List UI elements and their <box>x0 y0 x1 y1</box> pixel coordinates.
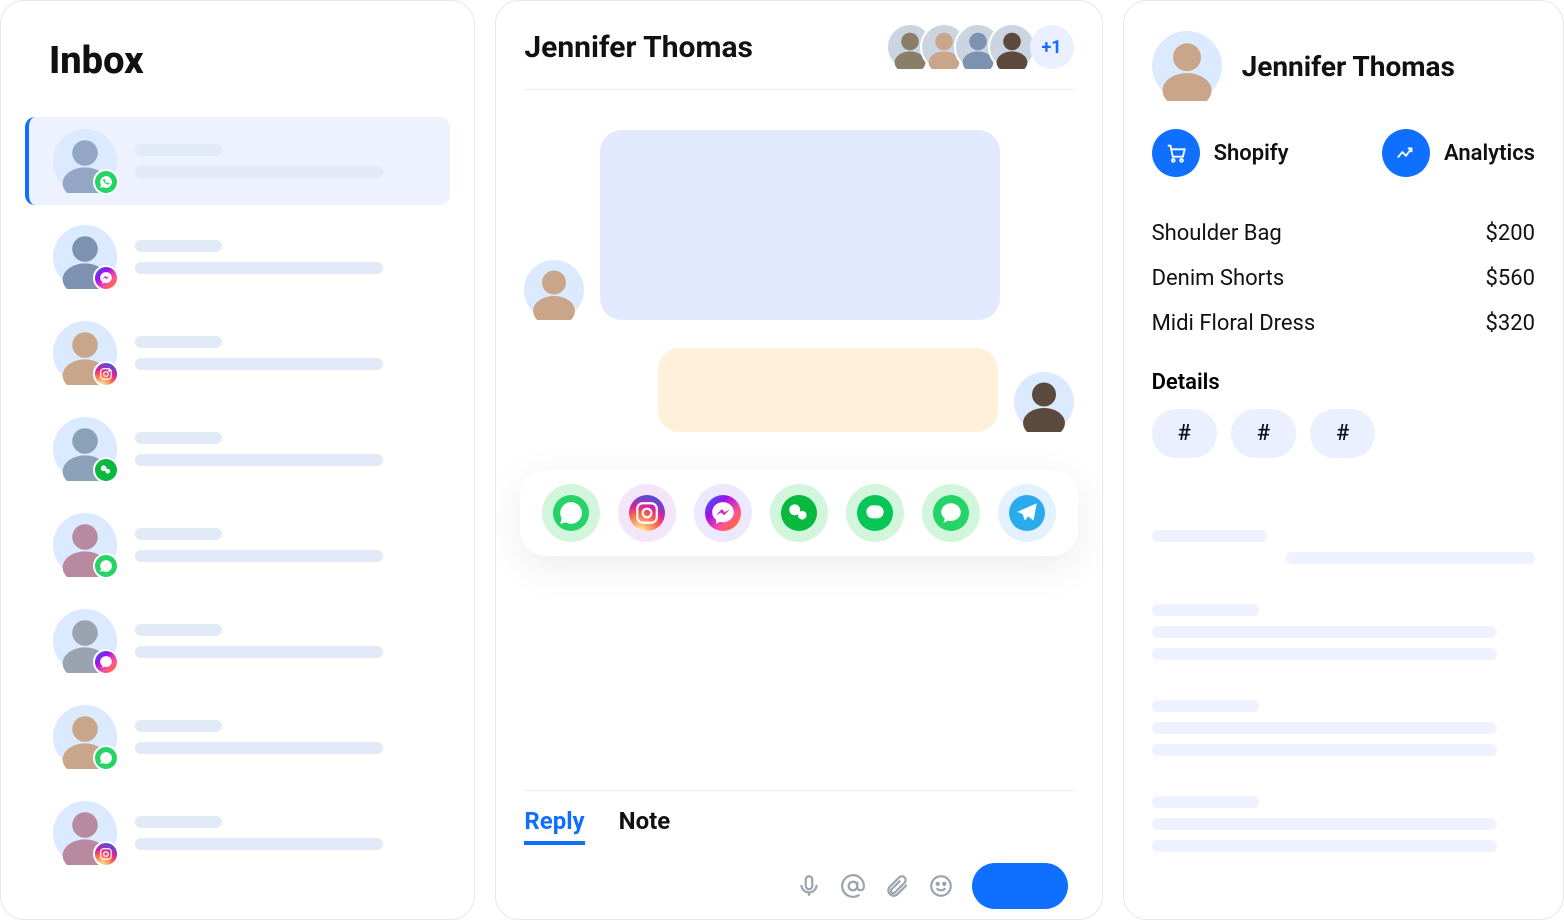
inbox-item[interactable] <box>25 501 450 589</box>
analytics-button[interactable]: Analytics <box>1382 129 1535 177</box>
avatar <box>53 417 117 481</box>
channel-telegram[interactable] <box>998 484 1056 542</box>
avatar <box>53 609 117 673</box>
tab-note[interactable]: Note <box>619 807 671 845</box>
inbox-item-preview <box>135 240 426 274</box>
attachment-icon[interactable] <box>884 873 910 899</box>
tab-reply[interactable]: Reply <box>524 807 584 845</box>
message-bubble <box>658 348 998 432</box>
avatar <box>53 705 117 769</box>
participants-more[interactable]: +1 <box>1030 25 1074 69</box>
details-placeholder <box>1152 530 1535 878</box>
whatsapp-icon <box>93 745 119 771</box>
mic-icon[interactable] <box>796 873 822 899</box>
inbox-item[interactable] <box>25 309 450 397</box>
channel-wechat[interactable] <box>770 484 828 542</box>
compose-area: Reply Note <box>524 790 1073 909</box>
instagram-icon <box>93 361 119 387</box>
chat-title: Jennifer Thomas <box>524 30 753 65</box>
shopify-button[interactable]: Shopify <box>1152 129 1289 177</box>
message-avatar <box>524 260 584 320</box>
product-name: Shoulder Bag <box>1152 221 1282 246</box>
inbox-item-preview <box>135 624 426 658</box>
message-avatar <box>1014 372 1074 432</box>
inbox-item-preview <box>135 432 426 466</box>
product-row: Denim Shorts $560 <box>1152 256 1535 301</box>
channel-picker <box>520 470 1078 556</box>
participant-avatar <box>988 23 1036 71</box>
channel-messenger[interactable] <box>694 484 752 542</box>
channel-line[interactable] <box>846 484 904 542</box>
participant-stack[interactable]: +1 <box>900 23 1074 71</box>
channel-sms[interactable] <box>922 484 980 542</box>
product-price: $560 <box>1486 266 1535 291</box>
channel-whatsapp[interactable] <box>542 484 600 542</box>
avatar <box>53 225 117 289</box>
shopify-label: Shopify <box>1214 141 1289 166</box>
tag-list: # # # <box>1152 409 1535 458</box>
messenger-icon <box>93 649 119 675</box>
messenger-icon <box>93 265 119 291</box>
tag[interactable]: # <box>1231 409 1296 458</box>
product-price: $200 <box>1486 221 1535 246</box>
product-name: Denim Shorts <box>1152 266 1285 291</box>
analytics-icon <box>1382 129 1430 177</box>
customer-name: Jennifer Thomas <box>1242 50 1455 83</box>
analytics-label: Analytics <box>1444 141 1535 166</box>
inbox-item-preview <box>135 816 426 850</box>
product-price: $320 <box>1486 311 1535 336</box>
inbox-item[interactable] <box>25 789 450 877</box>
product-name: Midi Floral Dress <box>1152 311 1316 336</box>
inbox-item-preview <box>135 336 426 370</box>
message-incoming <box>524 130 1073 320</box>
inbox-item[interactable] <box>25 405 450 493</box>
inbox-item[interactable] <box>25 693 450 781</box>
tag[interactable]: # <box>1152 409 1217 458</box>
avatar <box>53 513 117 577</box>
whatsapp-icon <box>93 553 119 579</box>
product-list: Shoulder Bag $200 Denim Shorts $560 Midi… <box>1152 211 1535 346</box>
cart-icon <box>1152 129 1200 177</box>
product-row: Shoulder Bag $200 <box>1152 211 1535 256</box>
avatar <box>53 801 117 865</box>
wechat-icon <box>93 457 119 483</box>
inbox-item-preview <box>135 528 426 562</box>
inbox-item-preview <box>135 720 426 754</box>
message-outgoing <box>524 348 1073 432</box>
mention-icon[interactable] <box>840 873 866 899</box>
whatsapp-icon <box>93 169 119 195</box>
avatar <box>53 321 117 385</box>
inbox-title: Inbox <box>19 29 456 113</box>
inbox-item[interactable] <box>25 597 450 685</box>
inbox-item-preview <box>135 144 426 178</box>
channel-instagram[interactable] <box>618 484 676 542</box>
chat-body <box>524 90 1073 790</box>
send-button[interactable] <box>972 863 1068 909</box>
avatar <box>53 129 117 193</box>
inbox-panel: Inbox <box>0 0 475 920</box>
details-heading: Details <box>1152 370 1535 395</box>
inbox-item[interactable] <box>25 213 450 301</box>
details-panel: Jennifer Thomas Shopify Analytics Should… <box>1123 0 1564 920</box>
chat-header: Jennifer Thomas +1 <box>524 23 1073 90</box>
product-row: Midi Floral Dress $320 <box>1152 301 1535 346</box>
tag[interactable]: # <box>1310 409 1375 458</box>
emoji-icon[interactable] <box>928 873 954 899</box>
customer-avatar <box>1152 31 1222 101</box>
conversation-panel: Jennifer Thomas +1 <box>495 0 1102 920</box>
message-bubble <box>600 130 1000 320</box>
instagram-icon <box>93 841 119 867</box>
inbox-item[interactable] <box>25 117 450 205</box>
